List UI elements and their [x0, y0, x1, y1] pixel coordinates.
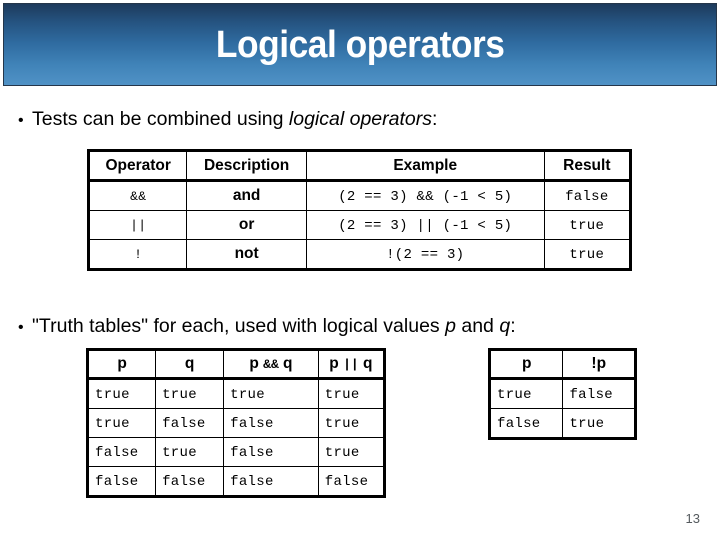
cell-q: true [155, 437, 225, 467]
cell-p-or-q: true [317, 378, 385, 409]
cell-result: true [543, 239, 631, 269]
column-header-operator: Operator [88, 151, 188, 182]
bullet-item-operators: Tests can be combined using logical oper… [18, 108, 437, 132]
bullet-2-middle: and [455, 315, 500, 337]
column-header-not-p: !p [562, 350, 635, 380]
cell-description: not [186, 239, 307, 269]
cell-operator: || [88, 210, 188, 240]
bullet-2-lead: "Truth tables" for each, used with logic… [32, 315, 446, 337]
cell-example: !(2 == 3) [305, 239, 545, 269]
cell-p-and-q: false [223, 437, 319, 467]
bullet-2-emphasis-p: p [445, 315, 456, 337]
column-header-result: Result [543, 151, 631, 182]
cell-p: true [87, 378, 157, 409]
table-row: && and (2 == 3) && (-1 < 5) false [88, 180, 631, 211]
cell-not-p: true [562, 408, 635, 438]
bullet-marker-icon [18, 108, 32, 132]
cell-p-or-q: true [317, 437, 385, 467]
cell-not-p: false [562, 378, 635, 409]
cell-p: true [489, 378, 564, 409]
cell-result: true [543, 210, 631, 240]
bullet-2-trail: : [510, 315, 516, 337]
cell-p: true [87, 408, 157, 438]
column-header-example: Example [305, 151, 545, 182]
page-title: Logical operators [215, 23, 505, 66]
cell-p: false [87, 466, 157, 496]
cell-operator: && [88, 180, 188, 211]
column-header-p-or-q: p || q [317, 350, 385, 380]
cell-example: (2 == 3) && (-1 < 5) [305, 180, 545, 211]
bullet-marker-icon [18, 315, 32, 339]
column-header-p: p [87, 350, 157, 380]
column-header-p: p [489, 350, 564, 380]
bullet-2-emphasis-q: q [499, 315, 511, 337]
bullet-item-truth-tables: "Truth tables" for each, used with logic… [18, 315, 516, 339]
table-row: true false false true [87, 408, 385, 438]
slide-number: 13 [685, 511, 700, 526]
table-row: false false false false [87, 466, 385, 496]
bullet-1-emphasis: logical operators [288, 108, 432, 130]
bullet-1-trail: : [432, 108, 438, 130]
cell-operator: ! [88, 239, 188, 269]
cell-p-and-q: true [223, 378, 319, 409]
cell-q: false [155, 466, 225, 496]
cell-p-and-q: false [223, 466, 319, 496]
column-header-description: Description [186, 151, 307, 182]
table-header-row: p q p && q p || q [87, 350, 385, 380]
truth-table-and-or: p q p && q p || q true true true true tr… [86, 348, 386, 498]
slide-title-banner: Logical operators [3, 3, 717, 86]
cell-p-or-q: false [317, 466, 385, 496]
table-row: ! not !(2 == 3) true [88, 239, 631, 269]
column-header-q: q [155, 350, 225, 380]
cell-p: false [87, 437, 157, 467]
table-header-row: p !p [489, 350, 635, 380]
logical-operators-table: Operator Description Example Result && a… [87, 149, 632, 271]
table-row: false true [489, 408, 635, 438]
cell-q: false [155, 408, 225, 438]
cell-p: false [489, 408, 564, 438]
truth-table-not: p !p true false false true [488, 348, 637, 440]
table-row: true false [489, 378, 635, 409]
cell-description: and [186, 180, 307, 211]
table-row: || or (2 == 3) || (-1 < 5) true [88, 210, 631, 240]
cell-description: or [186, 210, 307, 240]
table-row: false true false true [87, 437, 385, 467]
table-header-row: Operator Description Example Result [88, 151, 631, 182]
cell-example: (2 == 3) || (-1 < 5) [305, 210, 545, 240]
cell-p-and-q: false [223, 408, 319, 438]
cell-p-or-q: true [317, 408, 385, 438]
table-row: true true true true [87, 378, 385, 409]
cell-q: true [155, 378, 225, 409]
cell-result: false [543, 180, 631, 211]
column-header-p-and-q: p && q [223, 350, 319, 380]
bullet-1-lead: Tests can be combined using [32, 108, 289, 130]
